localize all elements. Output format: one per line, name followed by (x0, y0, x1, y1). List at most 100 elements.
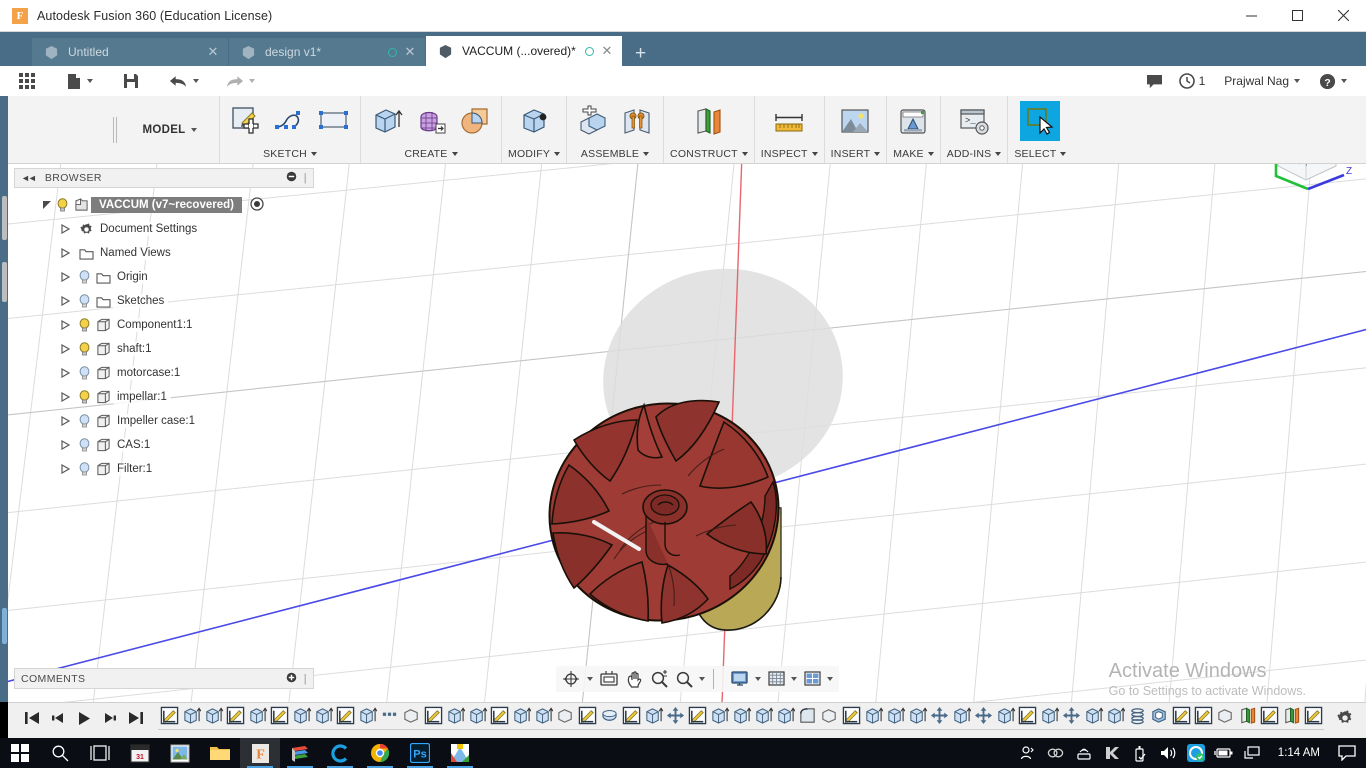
collapse-left-icon[interactable]: ◄◄ (21, 173, 37, 183)
taskbar-clock[interactable]: 1:14 AM (1266, 747, 1332, 759)
form-icon[interactable] (411, 101, 451, 141)
chevron-down-icon[interactable] (755, 677, 761, 681)
joint-icon[interactable] (617, 101, 657, 141)
ribbon-group-label[interactable]: MAKE (893, 148, 934, 160)
orbit-icon[interactable] (560, 667, 595, 691)
expand-arrow-icon[interactable] (58, 392, 72, 402)
chevron-down-icon[interactable] (249, 79, 255, 83)
winrar-app-icon[interactable] (280, 738, 320, 768)
expand-arrow-icon[interactable] (58, 248, 72, 258)
visibility-bulb-icon[interactable] (76, 462, 93, 476)
skip-end-icon[interactable] (128, 711, 144, 730)
measure-icon[interactable] (769, 101, 809, 141)
comments-button[interactable] (1139, 66, 1170, 96)
undo-button[interactable] (162, 66, 206, 96)
tree-row-vaccum[interactable]: VACCUM (v7~recovered) (14, 193, 314, 217)
action-center-icon[interactable] (1332, 738, 1362, 768)
step-back-icon[interactable] (50, 711, 66, 730)
help-button[interactable]: ? (1312, 66, 1354, 96)
timeline-settings-button[interactable] (1324, 709, 1366, 732)
chevron-down-icon[interactable] (190, 127, 197, 132)
visibility-bulb-icon[interactable] (76, 270, 93, 284)
visibility-bulb-icon[interactable] (76, 390, 93, 404)
play-icon[interactable] (76, 711, 92, 731)
expand-arrow-icon[interactable] (58, 416, 72, 426)
new-component-icon[interactable] (573, 101, 613, 141)
tree-row-motorcase[interactable]: motorcase:1 (14, 361, 314, 385)
ribbon-group-label[interactable]: SELECT (1014, 148, 1067, 160)
user-menu-button[interactable]: Prajwal Nag (1214, 74, 1310, 88)
grid-snaps-icon[interactable] (765, 667, 799, 691)
panel-resize-grip[interactable]: | (304, 673, 307, 685)
kaspersky-icon[interactable] (1098, 738, 1126, 768)
fusion-360-taskbar-icon[interactable]: F (240, 738, 280, 768)
chevron-down-icon[interactable] (791, 677, 797, 681)
chevron-down-icon[interactable] (193, 79, 199, 83)
3d-print-icon[interactable] (893, 101, 933, 141)
expand-arrow-icon[interactable] (58, 296, 72, 306)
document-tab-untitled[interactable]: Untitled ✕ (32, 38, 228, 66)
expand-arrow-icon[interactable] (58, 272, 72, 282)
display-settings-icon[interactable] (728, 667, 763, 691)
antivirus-icon[interactable] (1182, 738, 1210, 768)
extrude-icon[interactable] (367, 101, 407, 141)
zoom-icon[interactable] (648, 667, 671, 691)
create-sketch-icon[interactable] (226, 101, 266, 141)
insert-image-icon[interactable] (835, 101, 875, 141)
ribbon-group-label[interactable]: INSERT (831, 148, 881, 160)
chevron-down-icon[interactable] (1294, 79, 1300, 83)
ribbon-group-label[interactable]: CREATE (404, 148, 458, 160)
pan-icon[interactable] (623, 667, 646, 691)
ribbon-group-label[interactable]: MODIFY (508, 148, 561, 160)
chevron-down-icon[interactable] (1341, 79, 1347, 83)
people-icon[interactable] (1014, 738, 1042, 768)
combine-icon[interactable] (455, 101, 495, 141)
step-forward-icon[interactable] (102, 711, 118, 730)
visibility-bulb-icon[interactable] (76, 318, 93, 332)
visibility-bulb-icon[interactable] (54, 198, 71, 212)
visibility-bulb-icon[interactable] (76, 414, 93, 428)
redo-button[interactable] (218, 66, 262, 96)
expand-arrow-icon[interactable] (58, 224, 72, 234)
expand-arrow-icon[interactable] (58, 464, 72, 474)
expand-arrow-icon[interactable] (58, 368, 72, 378)
new-tab-button[interactable]: + (623, 44, 658, 66)
start-button[interactable] (0, 738, 40, 768)
network-icon[interactable] (1238, 738, 1266, 768)
add-comment-icon[interactable] (286, 672, 297, 686)
minimize-button[interactable] (1228, 0, 1274, 32)
job-status-button[interactable]: 1 (1172, 66, 1213, 96)
tab-close-icon[interactable]: ✕ (207, 44, 219, 60)
visibility-bulb-icon[interactable] (76, 342, 93, 356)
panel-scroll-handle-top[interactable] (2, 196, 7, 240)
workspace-selector[interactable]: MODEL (120, 96, 220, 163)
chevron-down-icon[interactable] (827, 677, 833, 681)
tree-row-filter[interactable]: Filter:1 (14, 457, 314, 481)
expand-arrow-icon[interactable] (58, 440, 72, 450)
volume-icon[interactable] (1154, 738, 1182, 768)
timeline-features[interactable] (158, 703, 1324, 739)
chevron-down-icon[interactable] (699, 677, 705, 681)
photos-app-icon[interactable] (160, 738, 200, 768)
wifi-router-icon[interactable] (1070, 738, 1098, 768)
chrome-app-icon[interactable] (360, 738, 400, 768)
fit-icon[interactable] (673, 667, 707, 691)
tree-row-origin[interactable]: Origin (14, 265, 314, 289)
document-tab-design-v1[interactable]: design v1* ✕ (229, 38, 425, 66)
expand-arrow-icon[interactable] (58, 320, 72, 330)
link-icon[interactable] (1042, 738, 1070, 768)
activate-radio-icon[interactable] (250, 196, 264, 214)
picasa-app-icon[interactable] (440, 738, 480, 768)
calendar-app-icon[interactable]: 31 (120, 738, 160, 768)
expand-arrow-open-icon[interactable] (40, 200, 54, 210)
maximize-button[interactable] (1274, 0, 1320, 32)
offset-plane-icon[interactable] (689, 101, 729, 141)
skip-start-icon[interactable] (24, 711, 40, 730)
visibility-bulb-icon[interactable] (76, 366, 93, 380)
press-pull-icon[interactable] (514, 101, 554, 141)
visibility-bulb-icon[interactable] (76, 294, 93, 308)
ribbon-group-label[interactable]: SKETCH (263, 148, 317, 160)
select-cursor-icon[interactable] (1020, 101, 1061, 141)
rectangle-icon[interactable] (314, 101, 354, 141)
ribbon-group-label[interactable]: INSPECT (761, 148, 818, 160)
